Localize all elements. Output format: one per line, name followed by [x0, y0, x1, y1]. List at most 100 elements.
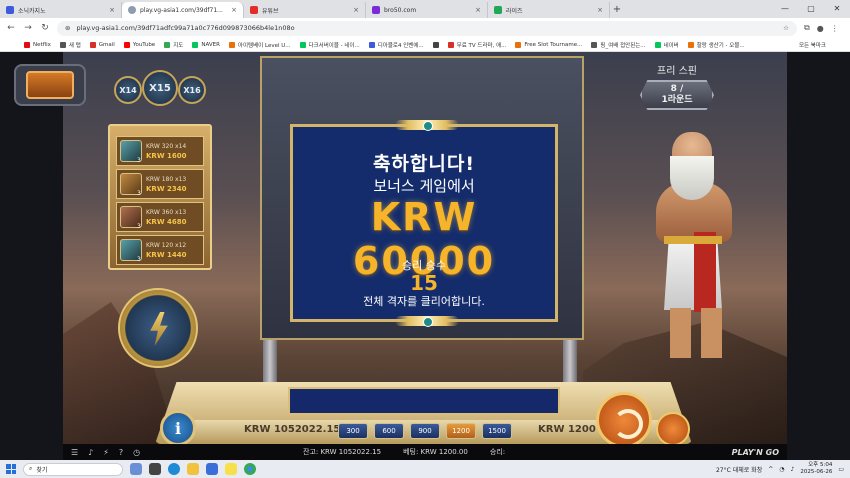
turbo-icon[interactable]: ⚡ — [103, 448, 109, 457]
browser-tab[interactable]: 라이즈 × — [488, 2, 610, 18]
store-icon[interactable] — [206, 463, 218, 475]
bookmark-item[interactable]: 핑_여배 접안된는... — [591, 41, 646, 49]
extensions-icon[interactable]: ⧉ — [804, 23, 810, 33]
paytable-amount: KRW 4680 — [146, 217, 187, 226]
browser-tab-active[interactable]: play.vg-asia1.com/39df71... × — [122, 2, 244, 18]
notification-icon[interactable]: ▭ — [838, 466, 844, 473]
browser-tab[interactable]: bro50.com × — [366, 2, 488, 18]
bookmark-item[interactable]: Free Slot Tourname... — [515, 41, 583, 48]
bookmark-item[interactable]: 네이버 — [654, 41, 679, 49]
widgets-icon[interactable] — [130, 463, 142, 475]
browser-tab[interactable]: 유튜브 × — [244, 2, 366, 18]
paytable-label: KRW 180 x13 — [146, 175, 187, 183]
bookmark-favicon-icon — [164, 41, 171, 48]
close-icon[interactable]: × — [109, 6, 115, 14]
status-bet: 베팅: KRW 1200.00 — [403, 448, 468, 456]
zeus-belt — [664, 236, 722, 244]
tab-favicon-icon — [494, 6, 502, 14]
bookmark-item[interactable]: NAVER — [192, 41, 220, 48]
menu-icon[interactable]: ⋮ — [831, 24, 839, 33]
reload-icon[interactable]: ↻ — [40, 23, 50, 33]
bonus-win-popup[interactable]: 축하합니다! 보너스 게임에서 KRW 60000 승리 승수 15 전체 격자… — [290, 120, 558, 327]
help-icon[interactable]: ? — [119, 448, 123, 457]
bookmark-item[interactable]: Netflix — [24, 41, 51, 48]
info-button[interactable]: i — [160, 410, 196, 446]
bookmark-star-icon[interactable]: ☆ — [783, 24, 789, 32]
profile-icon[interactable]: ● — [817, 24, 824, 33]
multiplier-badge: X14 — [114, 76, 142, 104]
close-window-icon[interactable]: ✕ — [824, 0, 850, 18]
bookmark-favicon-icon — [687, 41, 694, 48]
bookmark-item[interactable] — [432, 41, 439, 48]
taskbar-search[interactable]: ⌕ 찾기 — [23, 462, 123, 476]
congrats-title: 축하합니다! — [372, 153, 476, 175]
sound-icon[interactable]: ♪ — [88, 448, 93, 457]
chevron-up-icon[interactable]: ^ — [768, 466, 773, 473]
kakaotalk-icon[interactable] — [225, 463, 237, 475]
history-icon[interactable]: ◷ — [133, 448, 140, 457]
autoplay-button[interactable] — [656, 412, 690, 446]
bookmark-item[interactable]: 아이템베이 Level U... — [228, 41, 291, 49]
maximize-icon[interactable]: ▢ — [798, 0, 824, 18]
bet-option[interactable]: 300 — [338, 423, 368, 439]
bookmark-label: 무료 TV 드라마, 애... — [456, 42, 507, 49]
all-bookmarks-button[interactable]: 모든 북마크 — [799, 41, 826, 49]
menu-icon[interactable]: ☰ — [71, 448, 78, 457]
bookmark-item[interactable]: Gmail — [89, 41, 115, 48]
bet-option-selected[interactable]: 1200 — [446, 423, 476, 439]
close-icon[interactable]: × — [231, 6, 237, 14]
weather-text[interactable]: 27°C 대체로 화창 — [716, 465, 762, 474]
bonus-subtitle: 보너스 게임에서 — [373, 177, 475, 195]
close-icon[interactable]: × — [353, 6, 359, 14]
taskbar: ⌕ 찾기 27°C 대체로 화창 ^ ◔ ♪ 오후 5:04 2025-06-2… — [0, 460, 850, 478]
treasure-chest-icon — [26, 71, 74, 99]
windows-start-icon[interactable] — [6, 464, 16, 474]
bookmark-item[interactable]: 무료 TV 드라마, 애... — [447, 41, 507, 49]
close-icon[interactable]: × — [597, 6, 603, 14]
task-view-icon[interactable] — [149, 463, 161, 475]
spin-button[interactable] — [596, 392, 652, 448]
game-viewport[interactable]: X14 X15 X16 KRW 320 x14 KRW 1600 3 KRW 18… — [0, 52, 850, 460]
minimize-icon[interactable]: — — [772, 0, 798, 18]
clock-time: 오후 5:04 — [808, 462, 833, 468]
balance-display: KRW 1052022.15 — [244, 424, 341, 435]
tab-label: bro50.com — [384, 6, 417, 14]
paytable-row: KRW 360 x13 KRW 4680 3 — [116, 202, 204, 232]
url-bar[interactable]: ⊜ play.vg-asia1.com/39df71adfc99a71a0c77… — [57, 20, 797, 36]
bookmark-item[interactable]: 디아블로4 인벤에... — [368, 41, 424, 49]
network-icon[interactable]: ◔ — [779, 466, 784, 473]
system-tray: 27°C 대체로 화창 ^ ◔ ♪ 오후 5:04 2025-06-26 ▭ — [716, 462, 844, 476]
back-icon[interactable]: ← — [6, 23, 16, 33]
bet-option[interactable]: 900 — [410, 423, 440, 439]
free-spins-counter: 8 / 1라운드 — [640, 80, 714, 110]
clock[interactable]: 오후 5:04 2025-06-26 — [800, 462, 832, 476]
bookmark-item[interactable]: 새 탭 — [59, 41, 81, 49]
close-icon[interactable]: × — [475, 6, 481, 14]
browser-tab[interactable]: 소닉카지노 × — [0, 2, 122, 18]
bookmark-label: Free Slot Tourname... — [524, 41, 583, 48]
explorer-icon[interactable] — [187, 463, 199, 475]
bookmark-item[interactable]: 할랑 생산기 - 오블... — [687, 41, 745, 49]
bookmark-label: 핑_여배 접안된는... — [600, 42, 646, 49]
bookmark-item[interactable]: 지도 — [164, 41, 183, 49]
edge-icon[interactable] — [168, 463, 180, 475]
treasure-chest-button[interactable] — [14, 64, 86, 106]
site-info-icon[interactable]: ⊜ — [65, 24, 70, 32]
bookmark-favicon-icon — [123, 41, 130, 48]
bookmark-label: 네이버 — [663, 42, 679, 49]
new-tab-button[interactable]: + — [610, 2, 624, 18]
tab-favicon-icon — [372, 6, 380, 14]
paytable-label: KRW 120 x12 — [146, 241, 187, 249]
bet-option[interactable]: 1500 — [482, 423, 512, 439]
bookmark-item[interactable]: YouTube — [123, 41, 155, 48]
bookmark-favicon-icon — [89, 41, 96, 48]
tab-favicon-icon — [6, 6, 14, 14]
bookmark-item[interactable]: 다크서버이블 - 네이... — [299, 41, 360, 49]
volume-icon[interactable]: ♪ — [791, 466, 795, 473]
zeus-legs — [670, 308, 722, 358]
clear-grid-text: 전체 격자를 클리어합니다. — [363, 295, 485, 308]
bet-option[interactable]: 600 — [374, 423, 404, 439]
chrome-icon[interactable] — [244, 463, 256, 475]
forward-icon[interactable]: → — [23, 23, 33, 33]
bookmark-favicon-icon — [515, 41, 522, 48]
